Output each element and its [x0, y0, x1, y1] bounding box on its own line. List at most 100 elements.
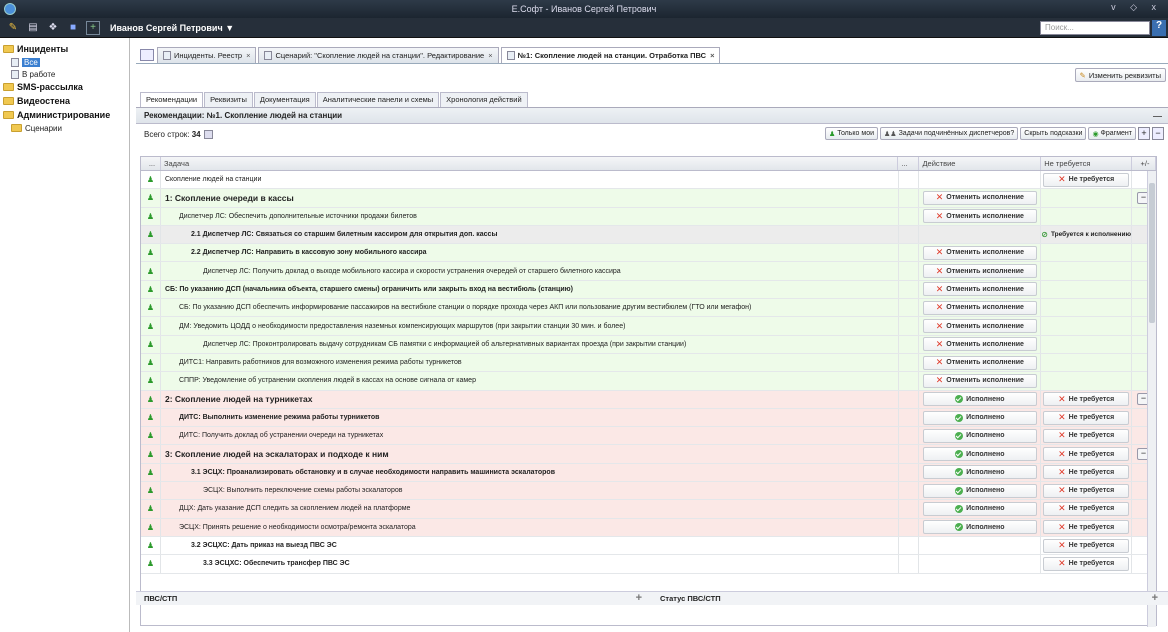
table-row[interactable]: ♟ 3.3 ЭСЦХС: Обеспечить трансфер ПВС ЭС ✕ Н…: [141, 555, 1156, 574]
cancel-execution-button[interactable]: ✕ Отменить исполнение: [922, 282, 1037, 297]
table-row[interactable]: ♟ ДМ: Уведомить ЦОДД о необходимости пред…: [141, 317, 1156, 336]
person-icon[interactable]: ♟: [147, 504, 154, 513]
grid-scrollbar[interactable]: [1147, 171, 1156, 627]
help-button[interactable]: ?: [1152, 20, 1166, 36]
col-expand[interactable]: +/-: [1132, 157, 1156, 170]
not-required-button[interactable]: ✕ Не требуется: [1043, 410, 1130, 425]
not-required-button[interactable]: ✕ Не требуется: [1043, 392, 1130, 407]
table-row[interactable]: ♟ 1: Скопление очереди в кассы ✕ Отменить и…: [141, 189, 1157, 208]
executed-button[interactable]: Исполнено: [922, 410, 1037, 425]
table-row[interactable]: ♟ СБ: По указанию ДСП (начальника объекта…: [141, 280, 1157, 300]
person-icon[interactable]: ♟: [147, 340, 154, 349]
tab-incidents-registry[interactable]: Инциденты. Реестр ×: [157, 47, 257, 63]
cancel-execution-button[interactable]: ✕ Отменить исполнение: [922, 355, 1037, 370]
table-row[interactable]: ♟ ДИТС1: Направить работников для возможн…: [141, 353, 1156, 373]
table-row[interactable]: ♟ ДИТС: Выполнить изменение режима работы…: [141, 408, 1156, 428]
executed-button[interactable]: Исполнено: [922, 483, 1037, 498]
table-row[interactable]: ♟ 3.2 ЭСЦХС: Дать приказ на выезд ПВС ЭС ✕…: [141, 536, 1156, 556]
person-icon[interactable]: ♟: [147, 523, 154, 532]
collapse-all-button[interactable]: −: [1152, 127, 1164, 140]
col-task[interactable]: Задача: [161, 157, 899, 170]
person-icon[interactable]: ♟: [147, 431, 154, 440]
table-row[interactable]: ♟ Диспетчер ЛС: Получить доклад о выходе …: [141, 262, 1156, 281]
network-icon[interactable]: ❖: [46, 21, 60, 35]
cancel-execution-button[interactable]: ✕ Отменить исполнение: [922, 190, 1037, 205]
window-controls[interactable]: v ◇ x: [1111, 2, 1162, 13]
user-menu[interactable]: Иванов Сергей Петрович ▼: [110, 23, 234, 33]
table-row[interactable]: ♟ ДЦХ: Дать указание ДСП следить за скопл…: [141, 500, 1156, 519]
subtab-analytics[interactable]: Аналитические панели и схемы: [316, 92, 440, 107]
executed-button[interactable]: Исполнено: [922, 392, 1037, 407]
cancel-execution-button[interactable]: ✕ Отменить исполнение: [922, 245, 1037, 260]
hide-hints-button[interactable]: Скрыть подсказки: [1020, 127, 1087, 140]
person-icon[interactable]: ♟: [147, 322, 154, 331]
col-action[interactable]: Действие: [919, 157, 1042, 170]
not-required-button[interactable]: ✕ Не требуется: [1043, 556, 1130, 571]
sidebar-item-all[interactable]: Все: [11, 56, 126, 68]
sidebar-item-sms[interactable]: SMS-рассылка: [3, 80, 126, 94]
key-icon[interactable]: ✎: [6, 21, 20, 35]
edit-requisites-button[interactable]: ✎ Изменить реквизиты: [1074, 68, 1166, 82]
executed-button[interactable]: Исполнено: [922, 501, 1037, 516]
person-icon[interactable]: ♟: [147, 468, 154, 477]
sidebar-item-videowall[interactable]: Видеостена: [3, 94, 126, 108]
table-row[interactable]: ♟ 2.2 Диспетчер ЛС: Направить в кассовую …: [141, 244, 1156, 263]
table-row[interactable]: ♟ 2.1 Диспетчер ЛС: Связаться со старшим …: [141, 225, 1156, 245]
not-required-button[interactable]: ✕ Не требуется: [1043, 447, 1130, 462]
subtab-documentation[interactable]: Документация: [253, 92, 316, 107]
table-row[interactable]: ♟ СБ: По указанию ДСП обеспечить информир…: [141, 299, 1156, 318]
document-icon[interactable]: ▤: [26, 21, 40, 35]
person-icon[interactable]: ♟: [147, 285, 154, 294]
mail-icon[interactable]: [140, 49, 154, 61]
close-icon[interactable]: ×: [246, 51, 250, 60]
cancel-execution-button[interactable]: ✕ Отменить исполнение: [922, 373, 1037, 388]
not-required-button[interactable]: ✕ Не требуется: [1043, 520, 1130, 535]
calculator-icon[interactable]: [203, 129, 213, 139]
sidebar-item-incidents[interactable]: Инциденты: [3, 42, 126, 56]
table-row[interactable]: ♟ Диспетчер ЛС: Проконтролировать выдачу …: [141, 335, 1156, 354]
table-row[interactable]: ♟ Скопление людей на станции ✕ Не требуется: [141, 171, 1157, 190]
subtab-requisites[interactable]: Реквизиты: [204, 92, 253, 107]
sidebar-item-in-work[interactable]: В работе: [11, 68, 126, 80]
table-row[interactable]: ♟ ДИТС: Получить доклад об устранении оче…: [141, 427, 1156, 446]
cancel-execution-button[interactable]: ✕ Отменить исполнение: [922, 337, 1037, 352]
person-icon[interactable]: ♟: [147, 230, 154, 239]
person-icon[interactable]: ♟: [147, 248, 154, 257]
table-row[interactable]: ♟ Диспетчер ЛС: Обеспечить дополнительные…: [141, 207, 1156, 226]
fragment-button[interactable]: ◉ Фрагмент: [1088, 127, 1136, 140]
person-icon[interactable]: ♟: [147, 358, 154, 367]
sidebar-item-scenarios[interactable]: Сценарии: [11, 122, 126, 134]
subtab-history[interactable]: Хронология действий: [440, 92, 528, 107]
not-required-button[interactable]: ✕ Не требуется: [1043, 501, 1130, 516]
executed-button[interactable]: Исполнено: [922, 520, 1037, 535]
sidebar-item-admin[interactable]: Администрирование: [3, 108, 126, 122]
expand-all-button[interactable]: +: [1138, 127, 1150, 140]
table-row[interactable]: ♟ 3.1 ЭСЦХ: Проанализировать обстановку и…: [141, 463, 1156, 483]
person-icon[interactable]: ♟: [147, 303, 154, 312]
person-icon[interactable]: ♟: [147, 559, 154, 568]
person-icon[interactable]: ♟: [147, 486, 154, 495]
not-required-button[interactable]: ✕ Не требуется: [1043, 428, 1130, 443]
table-row[interactable]: ♟ 2: Скопление людей на турникетах Исполне…: [141, 390, 1157, 409]
col-menu2[interactable]: ...: [898, 157, 920, 170]
person-icon[interactable]: ♟: [147, 541, 154, 550]
executed-button[interactable]: Исполнено: [922, 428, 1037, 443]
add-icon[interactable]: +: [1152, 592, 1158, 604]
table-row[interactable]: ♟ СППР: Уведомление об устранении скоплен…: [141, 372, 1156, 391]
tab-scenario-edit[interactable]: Сценарий: "Скопление людей на станции". …: [258, 47, 499, 63]
person-icon[interactable]: ♟: [147, 193, 154, 202]
tab-pvs-processing[interactable]: №1: Скопление людей на станции. Отработк…: [500, 47, 721, 63]
only-mine-button[interactable]: ♟ Только мои: [824, 127, 879, 140]
person-icon[interactable]: ♟: [147, 376, 154, 385]
cancel-execution-button[interactable]: ✕ Отменить исполнение: [922, 300, 1037, 315]
table-row[interactable]: ♟ ЭСЦХ: Принять решение о необходимости о…: [141, 518, 1156, 537]
cancel-execution-button[interactable]: ✕ Отменить исполнение: [922, 209, 1037, 224]
person-icon[interactable]: ♟: [147, 450, 154, 459]
not-required-button[interactable]: ✕ Не требуется: [1043, 465, 1130, 480]
add-icon[interactable]: +: [636, 592, 642, 604]
not-required-button[interactable]: ✕ Не требуется: [1043, 538, 1130, 553]
close-icon[interactable]: ×: [710, 51, 714, 60]
minimize-icon[interactable]: —: [1153, 111, 1162, 121]
pvs-stp-panel[interactable]: ПВС/СТП +: [136, 591, 652, 605]
cancel-execution-button[interactable]: ✕ Отменить исполнение: [922, 264, 1037, 279]
